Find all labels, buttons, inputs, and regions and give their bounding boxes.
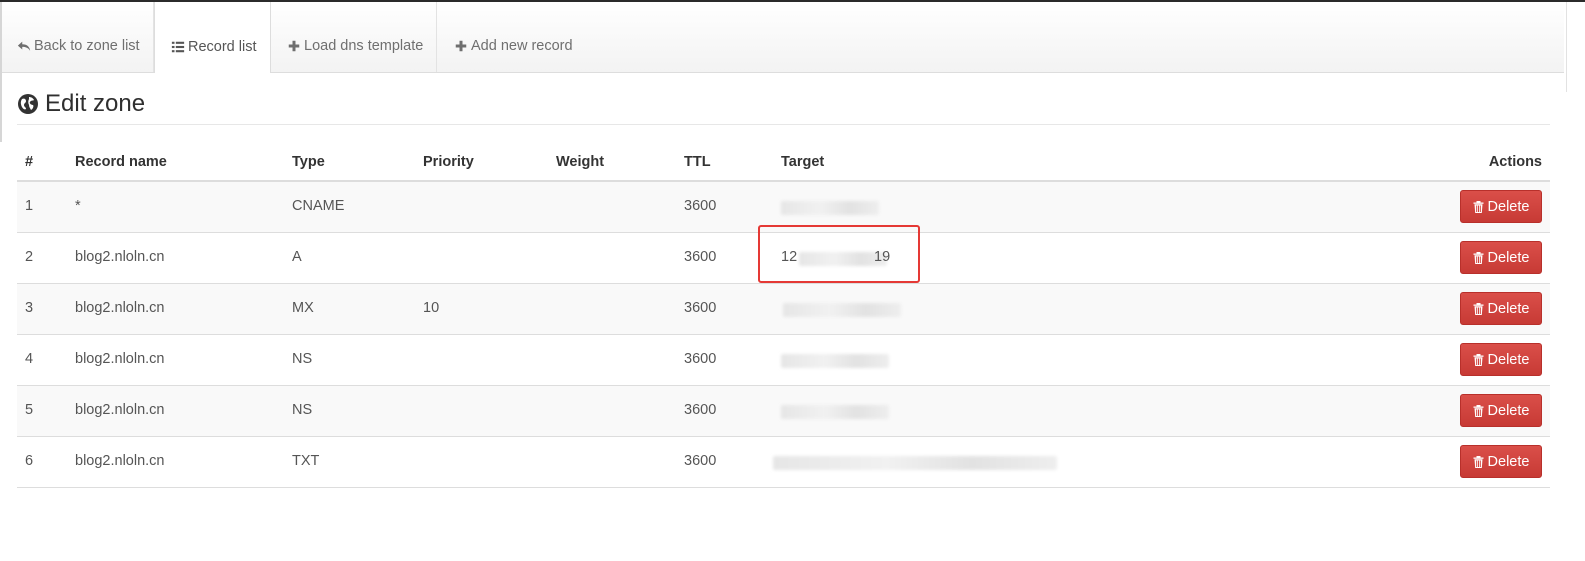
table-row: 4 blog2.nloln.cn NS 3600 Delete xyxy=(17,335,1550,386)
tab-label: Record list xyxy=(188,38,257,55)
header-ttl: TTL xyxy=(684,154,711,170)
cell-num: 5 xyxy=(25,402,34,418)
redacted-target xyxy=(783,303,901,317)
cell-ttl: 3600 xyxy=(684,453,717,469)
cell-type: NS xyxy=(292,402,313,418)
cell-ttl: 3600 xyxy=(684,402,717,418)
trash-icon xyxy=(1473,353,1484,366)
plus-icon xyxy=(453,39,468,54)
cell-ttl: 3600 xyxy=(684,351,717,367)
trash-icon xyxy=(1473,302,1484,315)
trash-icon xyxy=(1473,455,1484,468)
cell-ttl: 3600 xyxy=(684,300,717,316)
tab-label: Add new record xyxy=(471,38,573,54)
highlight-box xyxy=(758,225,920,283)
table-row: 6 blog2.nloln.cn TXT 3600 Delete xyxy=(17,437,1550,488)
cell-num: 3 xyxy=(25,300,34,316)
cell-record-name: blog2.nloln.cn xyxy=(75,300,165,316)
redacted-target xyxy=(773,456,1057,470)
page-title-text: Edit zone xyxy=(45,90,146,117)
tab-label: Load dns template xyxy=(304,38,424,54)
delete-button[interactable]: Delete xyxy=(1460,394,1542,427)
delete-label: Delete xyxy=(1487,453,1530,470)
trash-icon xyxy=(1473,404,1484,417)
records-table: # Record name Type Priority Weight TTL T… xyxy=(17,142,1550,488)
delete-label: Delete xyxy=(1487,351,1530,368)
redacted-target xyxy=(781,354,889,368)
delete-label: Delete xyxy=(1487,249,1530,266)
tab-back-to-zone-list[interactable]: Back to zone list xyxy=(2,2,154,72)
redacted-target xyxy=(781,405,889,419)
cell-num: 1 xyxy=(25,198,34,214)
tab-add-new-record[interactable]: Add new record xyxy=(437,2,587,72)
delete-button[interactable]: Delete xyxy=(1460,241,1542,274)
cell-record-name: blog2.nloln.cn xyxy=(75,453,165,469)
delete-label: Delete xyxy=(1487,402,1530,419)
cell-type: MX xyxy=(292,300,314,316)
cell-record-name: * xyxy=(75,198,81,214)
delete-button[interactable]: Delete xyxy=(1460,445,1542,478)
header-num: # xyxy=(25,154,34,170)
cell-record-name: blog2.nloln.cn xyxy=(75,249,165,265)
globe-icon xyxy=(17,93,39,115)
cell-type: NS xyxy=(292,351,313,367)
cell-record-name: blog2.nloln.cn xyxy=(75,351,165,367)
delete-button[interactable]: Delete xyxy=(1460,343,1542,376)
delete-label: Delete xyxy=(1487,300,1530,317)
header-record-name: Record name xyxy=(75,154,167,170)
trash-icon xyxy=(1473,251,1484,264)
cell-record-name: blog2.nloln.cn xyxy=(75,402,165,418)
cell-type: A xyxy=(292,249,302,265)
tab-load-dns-template[interactable]: Load dns template xyxy=(271,2,437,72)
title-divider xyxy=(17,124,1550,125)
plus-icon xyxy=(286,39,301,54)
table-header: # Record name Type Priority Weight TTL T… xyxy=(17,142,1550,182)
cell-type: CNAME xyxy=(292,198,345,214)
scrollbar-track[interactable] xyxy=(1566,2,1585,92)
trash-icon xyxy=(1473,200,1484,213)
page-title: Edit zone xyxy=(17,90,145,118)
header-actions: Actions xyxy=(1488,154,1542,170)
reply-icon xyxy=(16,39,31,54)
cell-priority: 10 xyxy=(423,300,440,316)
table-row: 5 blog2.nloln.cn NS 3600 Delete xyxy=(17,386,1550,437)
redacted-target xyxy=(781,201,879,215)
header-type: Type xyxy=(292,154,325,170)
cell-ttl: 3600 xyxy=(684,198,717,214)
cell-num: 4 xyxy=(25,351,34,367)
tab-record-list[interactable]: Record list xyxy=(154,2,271,73)
header-weight: Weight xyxy=(556,154,605,170)
cell-type: TXT xyxy=(292,453,320,469)
delete-button[interactable]: Delete xyxy=(1460,190,1542,223)
tab-bar: Back to zone list Record list Load dns t… xyxy=(2,2,1564,73)
list-icon xyxy=(170,39,185,54)
header-priority: Priority xyxy=(423,154,474,170)
cell-num: 6 xyxy=(25,453,34,469)
cell-ttl: 3600 xyxy=(684,249,717,265)
delete-button[interactable]: Delete xyxy=(1460,292,1542,325)
header-target: Target xyxy=(781,154,825,170)
cell-num: 2 xyxy=(25,249,34,265)
tab-label: Back to zone list xyxy=(34,38,140,54)
table-row: 3 blog2.nloln.cn MX 10 3600 Delete xyxy=(17,284,1550,335)
delete-label: Delete xyxy=(1487,198,1530,215)
